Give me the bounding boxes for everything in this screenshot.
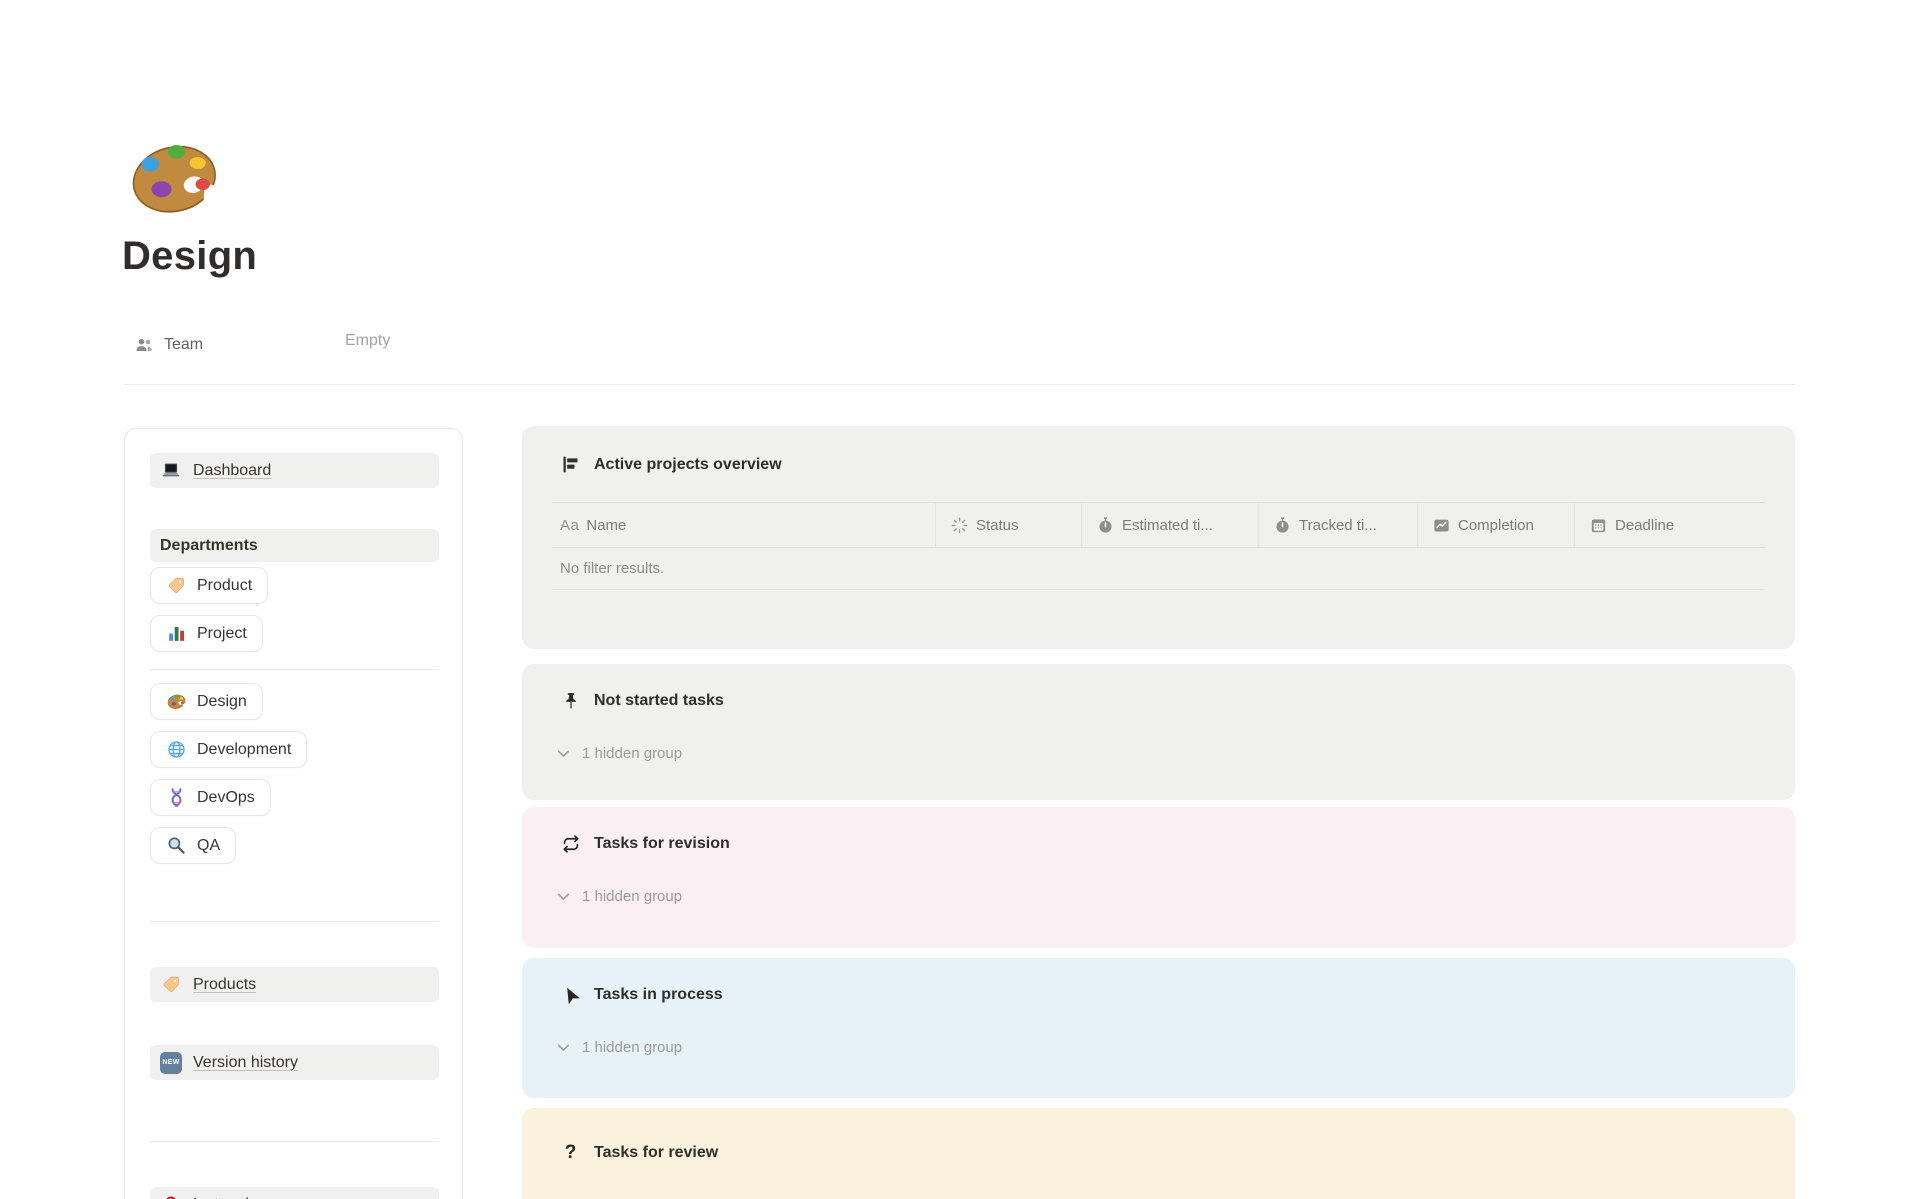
list-bars-icon — [560, 454, 581, 475]
sidebar-item-label: Version history — [193, 1053, 298, 1071]
view-title-not-started[interactable]: Not started tasks — [522, 664, 1795, 711]
table-header: Aa Name Status Estimated ti... Tracked t… — [552, 502, 1765, 548]
chevron-down-icon — [557, 750, 570, 758]
sidebar-divider — [150, 1141, 439, 1142]
sidebar-item-version-history[interactable]: NEW Version history — [150, 1045, 439, 1080]
table-empty-state: No filter results. — [552, 548, 1765, 590]
column-label: Completion — [1458, 516, 1534, 534]
sidebar-item-label: Dashboard — [193, 461, 272, 479]
sidebar-button-label: QA — [197, 836, 221, 854]
hidden-group-toggle[interactable]: 1 hidden group — [555, 745, 1795, 762]
sidebar-heading-label: Departments — [160, 536, 258, 554]
view-title-review[interactable]: ? Tasks for review — [522, 1108, 1795, 1163]
sidebar: Dashboard Departments Product Project De… — [124, 428, 463, 1199]
question-icon: ? — [560, 1142, 581, 1163]
sidebar-item-products[interactable]: Products — [150, 967, 439, 1002]
red-question-emoji-icon: ? — [160, 1194, 182, 1199]
column-label: Status — [976, 516, 1019, 534]
timer-icon — [1273, 516, 1292, 535]
page-icon-palette-emoji[interactable] — [124, 128, 229, 228]
sidebar-divider — [150, 669, 439, 670]
dna-emoji-icon — [166, 787, 187, 808]
section-title: Tasks for revision — [594, 834, 730, 852]
hidden-group-toggle[interactable]: 1 hidden group — [555, 888, 1795, 905]
red-question-glyph: ? — [165, 1195, 177, 1199]
sidebar-button-label: Design — [197, 692, 247, 710]
sidebar-button-label: DevOps — [197, 788, 255, 806]
laptop-emoji-icon — [160, 460, 182, 482]
hidden-group-label: 1 hidden group — [582, 1039, 683, 1056]
section-not-started-tasks: Not started tasks 1 hidden group — [522, 664, 1795, 800]
section-active-projects-overview: Active projects overview Aa Name Status … — [522, 426, 1795, 649]
sidebar-item-label: Instructions — [193, 1196, 275, 1199]
sidebar-button-design[interactable]: Design — [150, 683, 263, 720]
view-title-active-projects[interactable]: Active projects overview — [522, 426, 1795, 475]
page-title[interactable]: Design — [122, 234, 257, 279]
column-header-deadline[interactable]: Deadline — [1575, 503, 1765, 547]
property-value-empty[interactable]: Empty — [345, 332, 390, 350]
section-title: Not started tasks — [594, 691, 724, 709]
team-icon — [136, 338, 152, 351]
column-header-status[interactable]: Status — [936, 503, 1082, 547]
text-aa-icon: Aa — [560, 516, 580, 534]
sidebar-button-devops[interactable]: DevOps — [150, 779, 271, 816]
section-title: Active projects overview — [594, 455, 782, 473]
black-question-glyph: ? — [564, 1142, 577, 1163]
view-title-in-process[interactable]: Tasks in process — [522, 958, 1795, 1005]
sidebar-item-instructions[interactable]: ? Instructions — [150, 1187, 439, 1199]
view-title-revision[interactable]: Tasks for revision — [522, 807, 1795, 854]
sidebar-divider — [150, 921, 439, 922]
sidebar-button-label: Product — [197, 576, 253, 594]
bar-chart-emoji-icon — [166, 623, 187, 644]
header-divider — [124, 384, 1795, 385]
navigation-icon — [560, 984, 581, 1005]
section-title: Tasks for review — [594, 1143, 719, 1161]
column-header-estimated-time[interactable]: Estimated ti... — [1082, 503, 1259, 547]
column-label: Tracked ti... — [1299, 516, 1377, 534]
timer-icon — [1096, 516, 1115, 535]
hidden-group-label: 1 hidden group — [582, 888, 683, 905]
sidebar-button-label: Development — [197, 740, 292, 758]
section-tasks-for-revision: Tasks for revision 1 hidden group — [522, 807, 1795, 948]
sidebar-item-label: Products — [193, 975, 257, 993]
column-label: Deadline — [1615, 516, 1675, 534]
column-label: Name — [586, 516, 627, 534]
sidebar-button-qa[interactable]: QA — [150, 827, 237, 864]
sidebar-heading-departments[interactable]: Departments — [150, 529, 439, 562]
hidden-group-label: 1 hidden group — [582, 745, 683, 762]
tag-emoji-icon — [160, 974, 182, 996]
property-team[interactable]: Team — [134, 332, 203, 358]
spinner-icon — [950, 516, 969, 535]
column-header-completion[interactable]: Completion — [1418, 503, 1575, 547]
new-badge-text: NEW — [160, 1051, 182, 1074]
hidden-group-toggle[interactable]: 1 hidden group — [555, 1039, 1795, 1056]
pushpin-icon — [560, 690, 581, 711]
globe-emoji-icon — [166, 739, 187, 760]
tag-emoji-icon — [166, 575, 187, 596]
column-label: Estimated ti... — [1122, 516, 1213, 534]
notion-page: Design Team Empty Dashboard Departments … — [0, 0, 1920, 1199]
repeat-icon — [560, 833, 581, 854]
section-title: Tasks in process — [594, 985, 723, 1003]
sidebar-item-dashboard[interactable]: Dashboard — [150, 453, 439, 488]
sidebar-button-development[interactable]: Development — [150, 731, 308, 768]
section-tasks-for-review: ? Tasks for review — [522, 1108, 1795, 1199]
chart-icon — [1432, 516, 1451, 535]
column-header-name[interactable]: Aa Name — [552, 503, 936, 547]
column-header-tracked-time[interactable]: Tracked ti... — [1259, 503, 1418, 547]
chevron-down-icon — [557, 893, 570, 901]
chevron-down-icon — [557, 1044, 570, 1052]
palette-emoji-icon — [132, 145, 229, 213]
sidebar-button-project[interactable]: Project — [150, 615, 263, 652]
property-label: Team — [164, 336, 204, 353]
new-badge-emoji-icon: NEW — [160, 1051, 182, 1074]
sidebar-button-label: Project — [197, 624, 247, 642]
sidebar-button-product[interactable]: Product — [150, 567, 269, 604]
calendar-icon — [1589, 516, 1608, 535]
section-tasks-in-process: Tasks in process 1 hidden group — [522, 958, 1795, 1098]
magnifier-emoji-icon — [166, 835, 187, 856]
palette-emoji-icon — [166, 691, 187, 712]
